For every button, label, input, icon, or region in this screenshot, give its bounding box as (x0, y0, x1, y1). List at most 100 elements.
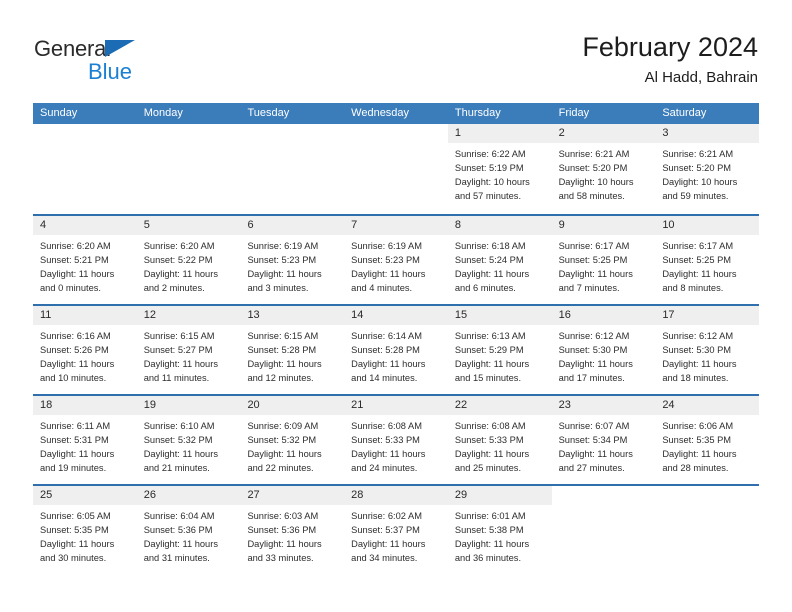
calendar-day-cell[interactable]: 16 Sunrise: 6:12 AM Sunset: 5:30 PM Dayligh… (551, 306, 656, 394)
calendar-day-cell[interactable]: 3 Sunrise: 6:21 AM Sunset: 5:20 PM Daylight… (655, 124, 760, 214)
daylight-text-line1: Daylight: 11 hours (143, 539, 218, 549)
daylight-text-line2: and 18 minutes. (662, 373, 729, 383)
calendar-week-row: 11 Sunrise: 6:16 AM Sunset: 5:26 PM Dayligh… (33, 304, 760, 394)
calendar-day-cell[interactable]: 20 Sunrise: 6:09 AM Sunset: 5:32 PM Dayligh… (240, 396, 345, 484)
day-number: 12 (143, 309, 156, 321)
day-number: 22 (454, 399, 468, 411)
daylight-text-line2: and 25 minutes. (454, 463, 522, 473)
day-number-band: 18 (33, 396, 137, 415)
day-number-band: 19 (136, 396, 241, 415)
calendar-day-cell[interactable]: 14 Sunrise: 6:14 AM Sunset: 5:28 PM Dayligh… (344, 306, 448, 394)
calendar-day-cell[interactable]: 7 Sunrise: 6:19 AM Sunset: 5:23 PM Daylight… (344, 216, 448, 304)
daylight-text-line2: and 27 minutes. (558, 463, 625, 473)
sunrise-text: Sunrise: 6:16 AM (40, 331, 111, 341)
weekday-header-friday: Friday (558, 107, 590, 119)
day-number: 15 (454, 309, 468, 321)
calendar-day-cell[interactable]: 22 Sunrise: 6:08 AM Sunset: 5:33 PM Dayligh… (447, 396, 552, 484)
calendar-day-cell[interactable]: 11 Sunrise: 6:16 AM Sunset: 5:26 PM Dayligh… (33, 306, 137, 394)
calendar-day-cell[interactable]: 5 Sunrise: 6:20 AM Sunset: 5:22 PM Daylight… (136, 216, 241, 304)
day-number: 28 (351, 489, 364, 501)
daylight-text-line2: and 3 minutes. (247, 283, 309, 293)
day-number: 17 (662, 309, 675, 321)
day-details: Sunrise: 6:08 AM Sunset: 5:33 PM Daylight:… (344, 415, 448, 475)
day-details: Sunrise: 6:16 AM Sunset: 5:26 PM Daylight:… (33, 325, 137, 385)
calendar-day-cell[interactable]: 2 Sunrise: 6:21 AM Sunset: 5:20 PM Daylight… (551, 124, 656, 214)
day-number-band: 29 (447, 486, 552, 505)
sunrise-text: Sunrise: 6:11 AM (40, 421, 111, 431)
calendar-day-cell[interactable]: 26 Sunrise: 6:04 AM Sunset: 5:36 PM Dayligh… (136, 486, 241, 574)
calendar-day-cell[interactable]: 21 Sunrise: 6:08 AM Sunset: 5:33 PM Dayligh… (344, 396, 448, 484)
calendar-day-cell[interactable]: 25 Sunrise: 6:05 AM Sunset: 5:35 PM Dayligh… (33, 486, 137, 574)
daylight-text-line1: Daylight: 10 hours (454, 177, 530, 187)
calendar-week-row: 1 Sunrise: 6:22 AM Sunset: 5:19 PM Daylight… (33, 124, 760, 214)
weekday-header-sunday: Sunday (40, 107, 78, 119)
day-details: Sunrise: 6:17 AM Sunset: 5:25 PM Daylight:… (552, 235, 656, 295)
daylight-text-line1: Daylight: 11 hours (454, 539, 530, 549)
daylight-text-line2: and 11 minutes. (143, 373, 210, 383)
day-number-band: 20 (240, 396, 345, 415)
daylight-text-line1: Daylight: 11 hours (662, 269, 737, 279)
sunset-text: Sunset: 5:30 PM (558, 345, 628, 355)
sunrise-text: Sunrise: 6:06 AM (662, 421, 734, 431)
sunrise-text: Sunrise: 6:03 AM (247, 511, 319, 521)
day-details: Sunrise: 6:10 AM Sunset: 5:32 PM Daylight:… (137, 415, 241, 475)
sunrise-text: Sunrise: 6:19 AM (247, 241, 319, 251)
daylight-text-line2: and 6 minutes. (454, 283, 516, 293)
calendar-day-cell[interactable]: 19 Sunrise: 6:10 AM Sunset: 5:32 PM Dayligh… (136, 396, 241, 484)
calendar-day-cell[interactable]: 9 Sunrise: 6:17 AM Sunset: 5:25 PM Daylight… (551, 216, 656, 304)
day-number: 3 (662, 127, 669, 139)
weekday-header-monday: Monday (143, 107, 183, 119)
daylight-text-line1: Daylight: 10 hours (662, 177, 738, 187)
day-number-band: 21 (344, 396, 448, 415)
day-number: 5 (143, 219, 150, 231)
calendar-day-cell[interactable]: 15 Sunrise: 6:13 AM Sunset: 5:29 PM Dayligh… (447, 306, 552, 394)
day-number: 13 (247, 309, 260, 321)
daylight-text-line2: and 4 minutes. (351, 283, 413, 293)
day-number-band (240, 124, 344, 143)
daylight-text-line1: Daylight: 11 hours (454, 359, 530, 369)
calendar-day-cell[interactable]: 12 Sunrise: 6:15 AM Sunset: 5:27 PM Dayligh… (136, 306, 241, 394)
calendar-day-cell[interactable]: 4 Sunrise: 6:20 AM Sunset: 5:21 PM Daylight… (33, 216, 137, 304)
calendar-day-cell[interactable]: 13 Sunrise: 6:15 AM Sunset: 5:28 PM Dayligh… (240, 306, 345, 394)
daylight-text-line1: Daylight: 11 hours (351, 539, 426, 549)
day-details: Sunrise: 6:18 AM Sunset: 5:24 PM Daylight:… (448, 235, 552, 295)
calendar-day-cell-empty (551, 486, 656, 574)
day-number-band: 8 (447, 216, 552, 235)
day-number-band: 1 (447, 124, 552, 143)
sunset-text: Sunset: 5:32 PM (143, 435, 213, 445)
day-details: Sunrise: 6:08 AM Sunset: 5:33 PM Daylight:… (448, 415, 552, 475)
calendar-day-cell[interactable]: 10 Sunrise: 6:17 AM Sunset: 5:25 PM Dayligh… (655, 216, 760, 304)
daylight-text-line2: and 19 minutes. (40, 463, 107, 473)
calendar-day-cell[interactable]: 1 Sunrise: 6:22 AM Sunset: 5:19 PM Daylight… (447, 124, 552, 214)
calendar-day-cell[interactable]: 29 Sunrise: 6:01 AM Sunset: 5:38 PM Dayligh… (447, 486, 552, 574)
brand-logo[interactable]: General Blue (34, 36, 254, 88)
calendar-day-cell[interactable]: 23 Sunrise: 6:07 AM Sunset: 5:34 PM Dayligh… (551, 396, 656, 484)
day-number: 1 (454, 127, 461, 139)
weekday-header-saturday: Saturday (662, 107, 707, 119)
calendar-day-cell[interactable]: 8 Sunrise: 6:18 AM Sunset: 5:24 PM Daylight… (447, 216, 552, 304)
sunrise-text: Sunrise: 6:21 AM (662, 149, 734, 159)
sunrise-text: Sunrise: 6:20 AM (40, 241, 111, 251)
calendar-day-cell[interactable]: 24 Sunrise: 6:06 AM Sunset: 5:35 PM Dayligh… (655, 396, 760, 484)
calendar-day-cell-empty (240, 124, 345, 214)
day-number: 2 (558, 127, 565, 139)
daylight-text-line2: and 15 minutes. (454, 373, 522, 383)
calendar-day-cell[interactable]: 28 Sunrise: 6:02 AM Sunset: 5:37 PM Dayligh… (344, 486, 448, 574)
sunrise-text: Sunrise: 6:04 AM (143, 511, 215, 521)
daylight-text-line2: and 33 minutes. (247, 553, 314, 563)
sunset-text: Sunset: 5:29 PM (454, 345, 524, 355)
calendar-day-cell[interactable]: 17 Sunrise: 6:12 AM Sunset: 5:30 PM Dayligh… (655, 306, 760, 394)
daylight-text-line1: Daylight: 11 hours (143, 359, 218, 369)
title-block: February 2024 Al Hadd, Bahrain (582, 30, 758, 89)
sunset-text: Sunset: 5:20 PM (662, 163, 732, 173)
calendar-day-cell[interactable]: 18 Sunrise: 6:11 AM Sunset: 5:31 PM Dayligh… (33, 396, 137, 484)
sunset-text: Sunset: 5:33 PM (351, 435, 420, 445)
brand-name-blue: Blue (88, 59, 133, 84)
calendar-day-cell[interactable]: 27 Sunrise: 6:03 AM Sunset: 5:36 PM Dayligh… (240, 486, 345, 574)
calendar-day-cell[interactable]: 6 Sunrise: 6:19 AM Sunset: 5:23 PM Daylight… (240, 216, 345, 304)
daylight-text-line2: and 10 minutes. (40, 373, 107, 383)
day-details: Sunrise: 6:01 AM Sunset: 5:38 PM Daylight:… (448, 505, 552, 565)
daylight-text-line1: Daylight: 11 hours (351, 269, 426, 279)
day-number-band: 11 (33, 306, 137, 325)
sunset-text: Sunset: 5:32 PM (247, 435, 317, 445)
